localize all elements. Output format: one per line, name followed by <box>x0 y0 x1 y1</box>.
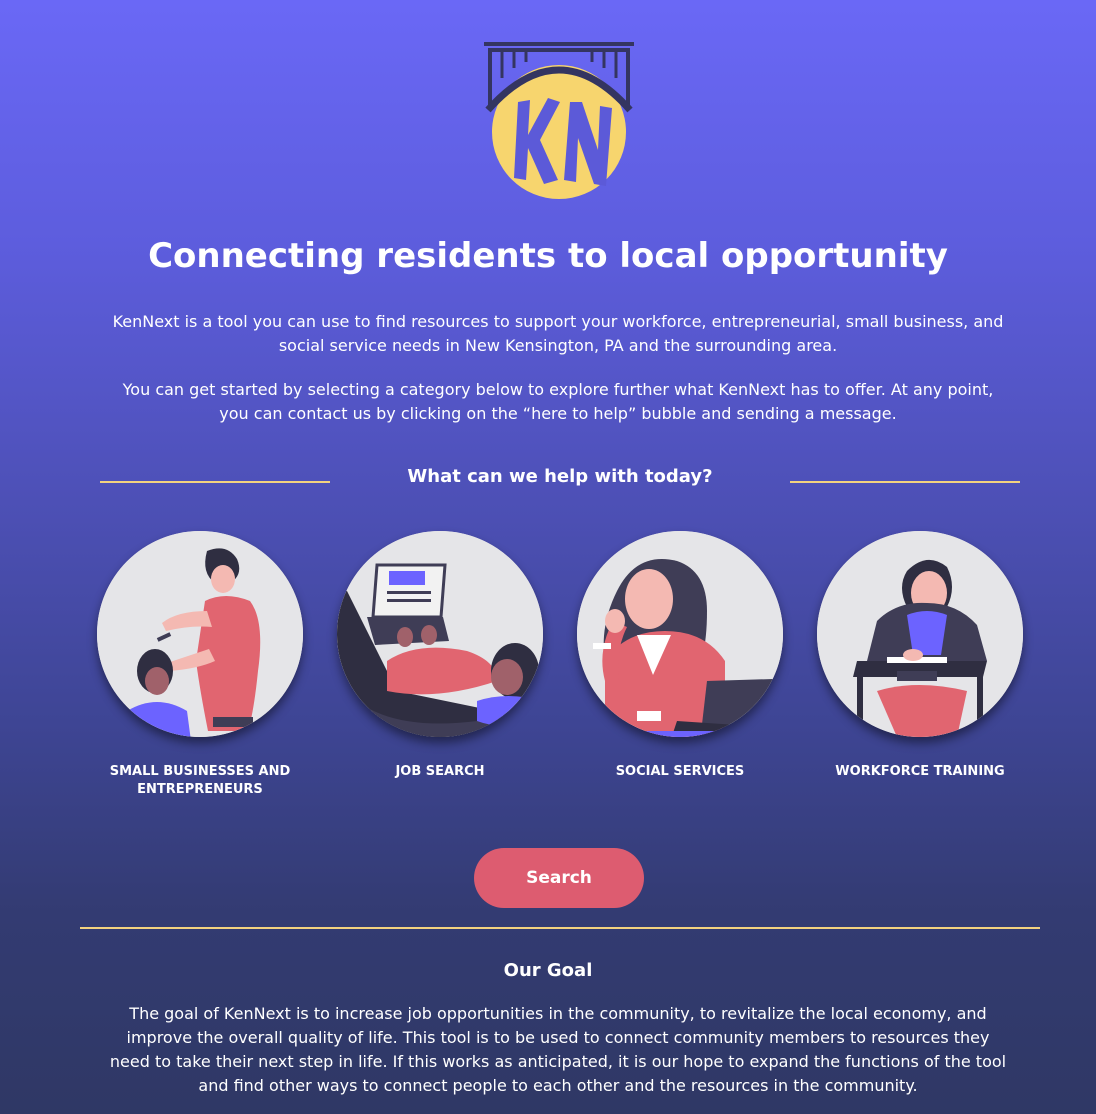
search-button[interactable]: Search <box>474 848 644 908</box>
phone-call-illustration-icon <box>577 531 783 737</box>
section-divider <box>80 927 1040 929</box>
goal-title: Our Goal <box>503 960 593 981</box>
category-label[interactable]: SOCIAL SERVICES <box>577 763 783 781</box>
category-job-search[interactable]: JOB SEARCH <box>337 531 543 781</box>
divider-right <box>790 481 1020 483</box>
category-label[interactable]: WORKFORCE TRAINING <box>817 763 1023 781</box>
category-small-businesses[interactable]: SMALL BUSINESSES AND ENTREPRENEURS <box>97 531 303 799</box>
kennext-logo[interactable] <box>482 40 636 200</box>
barber-illustration-icon <box>97 531 303 737</box>
divider-left <box>100 481 330 483</box>
category-image-job-search[interactable] <box>337 531 543 737</box>
category-label[interactable]: JOB SEARCH <box>337 763 543 781</box>
category-image-workforce-training[interactable] <box>817 531 1023 737</box>
instructions-paragraph: You can get started by selecting a categ… <box>122 380 994 423</box>
laptop-user-illustration-icon <box>337 531 543 737</box>
goal-paragraph: The goal of KenNext is to increase job o… <box>109 1004 1007 1095</box>
category-workforce-training[interactable]: WORKFORCE TRAINING <box>817 531 1023 781</box>
bridge-logo-icon <box>484 42 634 199</box>
category-image-social-services[interactable] <box>577 531 783 737</box>
category-section-title: What can we help with today? <box>407 466 713 487</box>
category-label[interactable]: SMALL BUSINESSES AND ENTREPRENEURS <box>97 763 303 799</box>
page-title: Connecting residents to local opportunit… <box>148 236 948 276</box>
category-section-header: What can we help with today? <box>0 464 1096 494</box>
category-image-small-businesses[interactable] <box>97 531 303 737</box>
category-social-services[interactable]: SOCIAL SERVICES <box>577 531 783 781</box>
student-desk-illustration-icon <box>817 531 1023 737</box>
intro-paragraph: KenNext is a tool you can use to find re… <box>112 312 1004 355</box>
